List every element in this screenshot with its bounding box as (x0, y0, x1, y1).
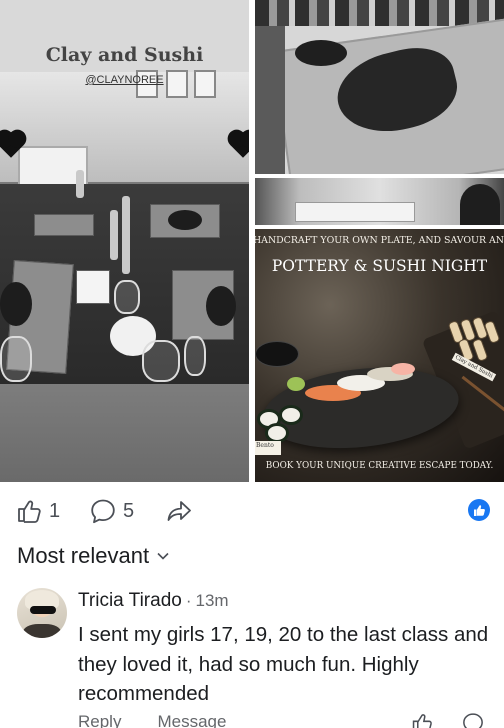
clay-plate (168, 210, 202, 230)
glass (184, 336, 206, 376)
like-count: 1 (49, 499, 61, 522)
maki-roll (265, 423, 289, 443)
avatar-glasses (30, 606, 56, 614)
thumbs-up-icon (473, 504, 485, 516)
clay-plate (0, 282, 32, 326)
advert-card-label: Bento (256, 442, 274, 449)
photo-shadow (255, 26, 285, 174)
comment-author[interactable]: Tricia Tirado (78, 590, 182, 612)
comment-header: Tricia Tirado · 13m (78, 590, 229, 612)
photo-studio-room[interactable] (255, 178, 504, 225)
comment-actions: Reply Message (78, 712, 226, 728)
share-arrow-icon (167, 501, 191, 521)
clay-disc (295, 40, 347, 66)
photo-class-table[interactable]: Clay and Sushi @CLAYNOREE (0, 0, 249, 482)
bottle (110, 210, 118, 260)
share-button[interactable] (166, 498, 192, 524)
wasabi (287, 377, 305, 391)
comment-button[interactable]: 5 (90, 498, 134, 524)
soy-sauce-bowl (255, 341, 299, 367)
glass (114, 280, 140, 314)
comment-bubble-icon (91, 499, 115, 524)
glass (142, 340, 180, 382)
clay-board (34, 214, 94, 236)
photo-event-advert[interactable]: HANDCRAFT YOUR OWN PLATE, AND SAVOUR AN … (255, 229, 504, 482)
photo-top-strip (255, 0, 504, 26)
thumbs-up-icon (18, 500, 41, 523)
glass (0, 336, 32, 382)
bottle (76, 170, 84, 198)
ginger (391, 363, 415, 375)
comment-text: I sent my girls 17, 19, 20 to the last c… (78, 623, 489, 705)
comment-bubble-icon[interactable] (462, 712, 484, 728)
reply-link[interactable]: Reply (78, 712, 121, 728)
image-caption-handle: @CLAYNOREE (85, 74, 164, 86)
advert-tagline: HANDCRAFT YOUR OWN PLATE, AND SAVOUR AN … (255, 235, 504, 246)
like-reaction-icon[interactable] (468, 499, 490, 521)
chevron-down-icon (157, 552, 169, 560)
message-link[interactable]: Message (157, 712, 226, 728)
bottle (122, 196, 130, 274)
comment-count: 5 (123, 499, 135, 522)
like-button[interactable]: 1 (16, 498, 60, 524)
photo-person (460, 184, 500, 225)
photo-floor (0, 384, 249, 482)
post-photo-collage: Clay and Sushi @CLAYNOREE HANDCRAFT YOUR… (0, 0, 504, 482)
advert-title: POTTERY & SUSHI NIGHT (271, 257, 488, 275)
avatar-body (23, 624, 61, 638)
image-caption-title: Clay and Sushi (45, 44, 204, 66)
comment-separator: · (185, 591, 192, 610)
photo-shelf (295, 202, 415, 222)
avatar[interactable] (17, 588, 67, 638)
photo-clay-plate-closeup[interactable] (255, 0, 504, 174)
comment-sort-dropdown[interactable]: Most relevant (17, 543, 169, 569)
thumbs-up-icon[interactable] (411, 712, 433, 728)
napkin (76, 270, 110, 304)
clay-plate (206, 286, 236, 326)
post-action-bar: 1 5 (0, 490, 504, 532)
advert-cta: BOOK YOUR UNIQUE CREATIVE ESCAPE TODAY. (265, 461, 494, 471)
comment-sort-label: Most relevant (17, 543, 150, 568)
comment-timestamp[interactable]: 13m (196, 591, 229, 611)
maki-roll (279, 405, 303, 425)
